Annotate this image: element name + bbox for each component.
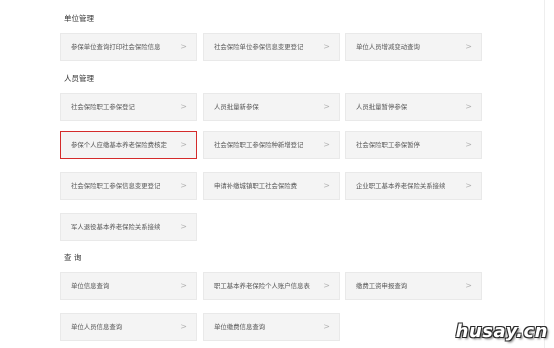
section-title-unit-management: 单位管理 — [64, 14, 94, 23]
card-label: 军人退役基本养老保险关系接续 — [71, 223, 161, 231]
chevron-right-icon: > — [465, 181, 472, 190]
card-insurance-type-addition[interactable]: 社会保险职工参保险种新增登记 > — [203, 131, 340, 159]
card-label: 单位缴费信息查询 — [214, 323, 266, 331]
card-unit-registration-change[interactable]: 社会保险单位参保信息变更登记 > — [203, 33, 340, 61]
chevron-right-icon: > — [180, 140, 187, 149]
chevron-right-icon: > — [323, 281, 330, 290]
chevron-right-icon: > — [323, 42, 330, 51]
card-label: 职工基本养老保险个人账户信息表 — [214, 282, 310, 290]
card-label: 参保个人应缴基本养老保险费核定 — [71, 141, 167, 149]
card-label: 社会保险职工参保险种新增登记 — [214, 141, 304, 149]
card-enterprise-pension-transfer[interactable]: 企业职工基本养老保险关系接续 > — [345, 172, 482, 200]
card-label: 单位人员增减变动查询 — [356, 43, 420, 51]
card-unit-payment-info-query[interactable]: 单位缴费信息查询 > — [203, 313, 340, 341]
card-label: 社会保险单位参保信息变更登记 — [214, 43, 304, 51]
section-title-personnel-management: 人员管理 — [64, 74, 94, 83]
chevron-right-icon: > — [180, 281, 187, 290]
card-employee-suspension[interactable]: 社会保险职工参保暂停 > — [345, 131, 482, 159]
card-label: 人员批量暂停参保 — [356, 103, 408, 111]
side-divider — [544, 0, 545, 348]
card-unit-staff-change-query[interactable]: 单位人员增减变动查询 > — [345, 33, 482, 61]
card-batch-new-registration[interactable]: 人员批量新参保 > — [203, 93, 340, 121]
card-label: 企业职工基本养老保险关系接续 — [356, 182, 446, 190]
card-pension-contribution-assessment[interactable]: 参保个人应缴基本养老保险费核定 > — [60, 131, 197, 159]
chevron-right-icon: > — [180, 322, 187, 331]
chevron-right-icon: > — [465, 102, 472, 111]
chevron-right-icon: > — [180, 42, 187, 51]
chevron-right-icon: > — [323, 102, 330, 111]
card-back-payment-application[interactable]: 申请补缴城镇职工社会保险费 > — [203, 172, 340, 200]
chevron-right-icon: > — [323, 140, 330, 149]
card-label: 单位人员信息查询 — [71, 323, 123, 331]
card-label: 社会保险职工参保暂停 — [356, 141, 420, 149]
card-label: 人员批量新参保 — [214, 103, 259, 111]
card-batch-suspend-registration[interactable]: 人员批量暂停参保 > — [345, 93, 482, 121]
chevron-right-icon: > — [180, 181, 187, 190]
card-label: 单位信息查询 — [71, 282, 110, 290]
chevron-right-icon: > — [180, 222, 187, 231]
card-label: 缴费工资申报查询 — [356, 282, 408, 290]
card-label: 社会保险职工参保登记 — [71, 103, 135, 111]
card-unit-insurance-info-print[interactable]: 参保单位查询打印社会保险信息 > — [60, 33, 197, 61]
chevron-right-icon: > — [465, 42, 472, 51]
chevron-right-icon: > — [465, 140, 472, 149]
card-unit-staff-info-query[interactable]: 单位人员信息查询 > — [60, 313, 197, 341]
chevron-right-icon: > — [323, 322, 330, 331]
card-unit-info-query[interactable]: 单位信息查询 > — [60, 272, 197, 300]
card-veteran-pension-transfer[interactable]: 军人退役基本养老保险关系接续 > — [60, 213, 197, 241]
chevron-right-icon: > — [465, 281, 472, 290]
card-label: 申请补缴城镇职工社会保险费 — [214, 182, 298, 190]
card-personal-pension-account[interactable]: 职工基本养老保险个人账户信息表 > — [203, 272, 340, 300]
card-wage-declaration-query[interactable]: 缴费工资申报查询 > — [345, 272, 482, 300]
card-employee-info-change[interactable]: 社会保险职工参保信息变更登记 > — [60, 172, 197, 200]
watermark-logo: husay.cn — [455, 321, 548, 342]
card-label: 社会保险职工参保信息变更登记 — [71, 182, 161, 190]
chevron-right-icon: > — [323, 181, 330, 190]
card-employee-registration[interactable]: 社会保险职工参保登记 > — [60, 93, 197, 121]
section-title-query: 查 询 — [64, 253, 82, 262]
chevron-right-icon: > — [180, 102, 187, 111]
card-label: 参保单位查询打印社会保险信息 — [71, 43, 161, 51]
